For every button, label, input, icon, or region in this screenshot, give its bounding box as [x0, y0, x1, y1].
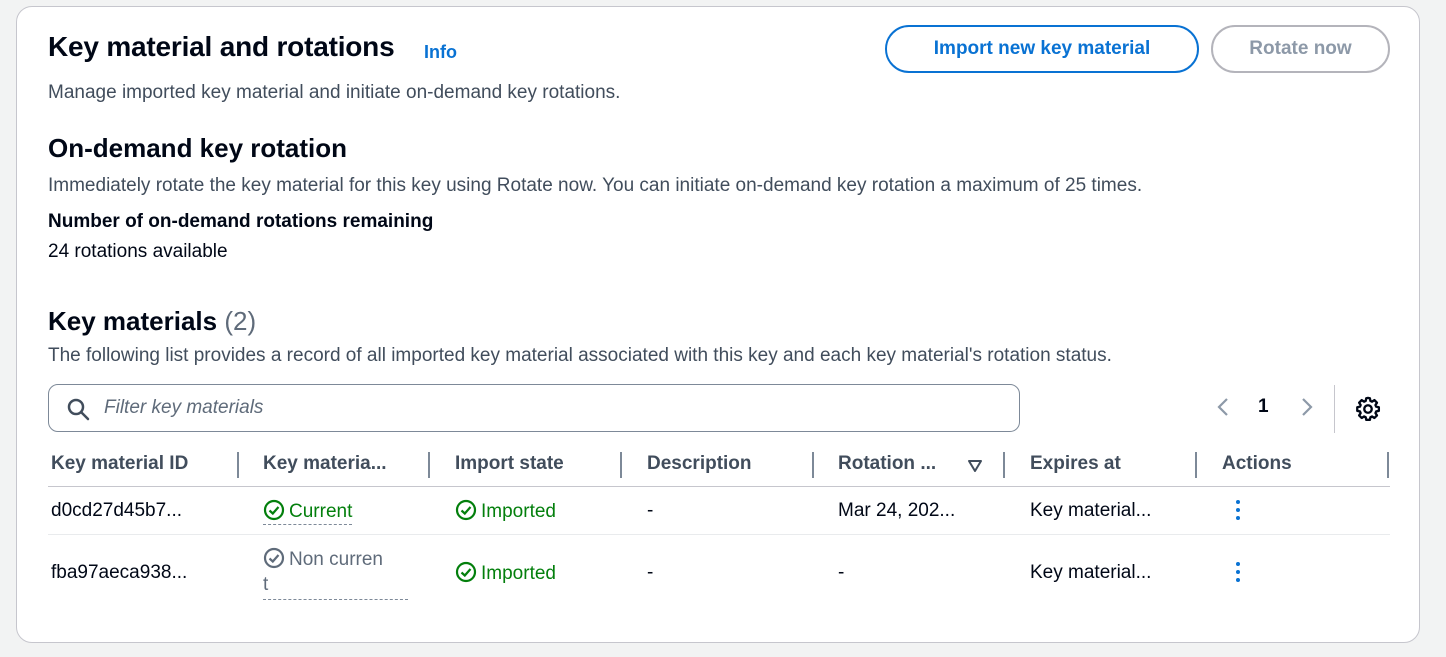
table-row-1-id: d0cd27d45b7... [51, 500, 183, 521]
rotations-remaining-value: 24 rotations available [48, 241, 228, 262]
page-description: Manage imported key material and initiat… [48, 82, 621, 103]
table-row-2-state[interactable]: Non curren t [263, 545, 408, 600]
sort-descending-icon[interactable] [967, 459, 983, 473]
search-icon [67, 398, 90, 421]
table-row-1-description: - [647, 500, 654, 521]
column-header-actions: Actions [1222, 453, 1292, 474]
gear-icon[interactable] [1354, 395, 1382, 423]
key-materials-title: Key materials (2) [48, 306, 256, 337]
info-link[interactable]: Info [424, 42, 457, 63]
check-circle-outline-icon [263, 547, 285, 569]
page-title: Key material and rotations [48, 31, 395, 62]
import-key-material-button[interactable]: Import new key material [885, 25, 1199, 73]
table-row-1-rotation: Mar 24, 202... [838, 500, 956, 521]
column-resizer[interactable] [1003, 452, 1005, 478]
column-header-key-material-id[interactable]: Key material ID [51, 453, 188, 475]
key-materials-count: (2) [224, 306, 257, 336]
column-resizer[interactable] [1195, 452, 1197, 478]
rotate-now-button[interactable]: Rotate now [1211, 25, 1390, 73]
column-resizer[interactable] [237, 452, 239, 478]
chevron-left-icon[interactable] [1215, 395, 1231, 419]
column-header-expires-at[interactable]: Expires at [1030, 453, 1121, 475]
more-vertical-icon[interactable] [1234, 500, 1242, 524]
search-placeholder: Filter key materials [104, 397, 264, 418]
table-row-2-description: - [647, 562, 654, 583]
status-non-current-label: Non curren [289, 549, 383, 570]
table-header-divider [48, 486, 1390, 487]
column-resizer[interactable] [428, 452, 430, 478]
column-header-rotation[interactable]: Rotation ... [838, 453, 936, 475]
table-row-2-id: fba97aeca938... [51, 562, 188, 583]
status-non-current-line2: t [263, 573, 408, 600]
more-vertical-icon[interactable] [1234, 562, 1242, 586]
key-material-panel: Key material and rotations Info Manage i… [16, 6, 1420, 643]
table-row-2-import-state: Imported [455, 561, 556, 585]
key-materials-title-text: Key materials [48, 306, 218, 336]
column-resizer[interactable] [1387, 452, 1389, 478]
table-row-divider [48, 534, 1390, 535]
table-row-2-rotation: - [838, 562, 845, 583]
on-demand-description: Immediately rotate the key material for … [48, 175, 1143, 196]
on-demand-title: On-demand key rotation [48, 133, 348, 163]
status-non-current-line1: Non curren [263, 545, 408, 575]
pagination-current-page[interactable]: 1 [1258, 396, 1269, 418]
table-row-1-expires: Key material... [1030, 500, 1152, 521]
chevron-right-icon[interactable] [1299, 395, 1315, 419]
import-state-label: Imported [481, 563, 556, 584]
check-circle-icon [455, 499, 477, 521]
column-header-description[interactable]: Description [647, 453, 752, 475]
column-header-key-material-state[interactable]: Key materia... [263, 453, 387, 475]
rotations-remaining-label: Number of on-demand rotations remaining [48, 211, 434, 232]
filter-search-input[interactable]: Filter key materials [48, 384, 1020, 432]
status-current-label: Current [289, 501, 353, 522]
check-circle-icon [455, 561, 477, 583]
column-header-import-state[interactable]: Import state [455, 453, 564, 475]
table-row-1-state[interactable]: Current [263, 499, 353, 525]
column-resizer[interactable] [620, 452, 622, 478]
status-current[interactable]: Current [263, 499, 353, 525]
pagination-divider [1334, 385, 1335, 433]
import-state-label: Imported [481, 501, 556, 522]
key-materials-description: The following list provides a record of … [48, 345, 1112, 366]
table-row-1-import-state: Imported [455, 499, 556, 523]
check-circle-icon [263, 499, 285, 521]
column-resizer[interactable] [812, 452, 814, 478]
table-row-2-expires: Key material... [1030, 562, 1152, 583]
